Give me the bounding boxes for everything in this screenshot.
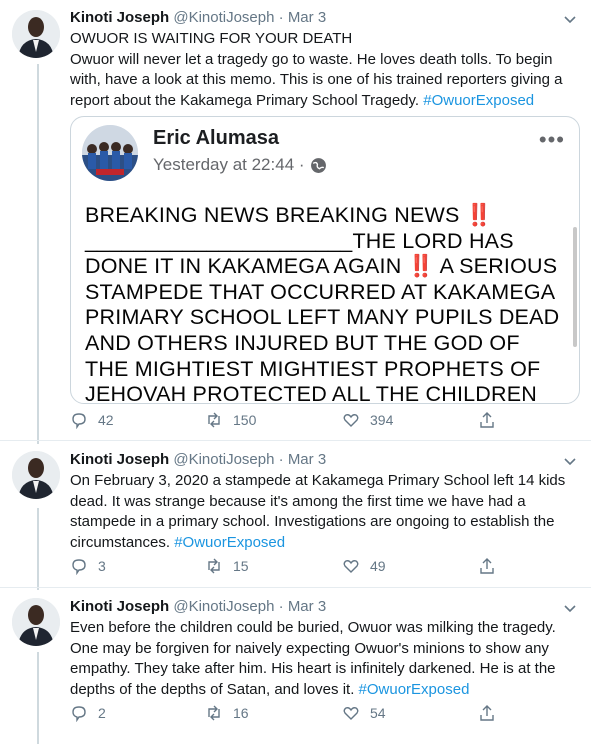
author-name[interactable]: Kinoti Joseph — [70, 9, 169, 26]
separator: · — [278, 598, 284, 615]
like-button[interactable]: 54 — [342, 704, 386, 722]
card-post-text: BREAKING NEWS BREAKING NEWS ‼️ _________… — [85, 203, 565, 403]
reply-button[interactable]: 2 — [70, 704, 106, 722]
retweet-count: 150 — [233, 412, 257, 428]
like-count: 394 — [370, 412, 394, 428]
retweet-icon — [208, 558, 220, 574]
double-exclamation-icon: ‼️ — [465, 203, 493, 227]
card-scrollbar — [573, 227, 577, 347]
reply-count: 3 — [98, 558, 106, 574]
avatar[interactable] — [12, 451, 60, 499]
hashtag-link[interactable]: #OwuorExposed — [423, 92, 534, 109]
share-button[interactable] — [478, 557, 506, 575]
like-count: 54 — [370, 705, 386, 721]
author-handle[interactable]: @KinotiJoseph — [173, 598, 274, 615]
tweet-actions: 42 150 394 — [70, 411, 510, 435]
profile-photo-icon — [12, 598, 60, 646]
heart-icon — [343, 560, 359, 573]
reply-count: 42 — [98, 412, 114, 428]
retweet-count: 15 — [233, 558, 249, 574]
profile-photo-icon — [12, 10, 60, 58]
tweet-text-body: Even before the children could be buried… — [70, 619, 556, 698]
reply-icon — [72, 706, 86, 722]
tweet-text-line: OWUOR IS WAITING FOR YOUR DEATH — [70, 30, 353, 47]
tweet-text: Even before the children could be buried… — [70, 618, 570, 700]
like-count: 49 — [370, 558, 386, 574]
avatar[interactable] — [12, 10, 60, 58]
reply-count: 2 — [98, 705, 106, 721]
tweet-1[interactable]: Kinoti Joseph @KinotiJoseph · Mar 3 OWUO… — [0, 0, 591, 440]
share-icon — [480, 558, 494, 574]
hashtag-link[interactable]: #OwuorExposed — [359, 681, 470, 698]
share-icon — [480, 705, 494, 721]
tweet-date[interactable]: Mar 3 — [288, 451, 326, 468]
reply-button[interactable]: 42 — [70, 411, 114, 429]
tweet-2[interactable]: Kinoti Joseph @KinotiJoseph · Mar 3 On F… — [0, 441, 591, 587]
chevron-down-icon[interactable] — [561, 599, 579, 617]
tweet-actions: 2 16 54 — [70, 704, 510, 728]
card-avatar — [82, 125, 138, 181]
tweet-header: Kinoti Joseph @KinotiJoseph · Mar 3 — [70, 8, 326, 28]
tweet-header: Kinoti Joseph @KinotiJoseph · Mar 3 — [70, 597, 326, 617]
avatar[interactable] — [12, 598, 60, 646]
tweet-text-body: On February 3, 2020 a stampede at Kakame… — [70, 472, 566, 551]
reply-icon — [72, 559, 86, 575]
chevron-down-icon[interactable] — [561, 10, 579, 28]
like-button[interactable]: 394 — [342, 411, 393, 429]
tweet-date[interactable]: Mar 3 — [288, 598, 326, 615]
card-timestamp: Yesterday at 22:44 · — [153, 155, 327, 175]
profile-photo-icon — [12, 451, 60, 499]
more-options-icon: ••• — [538, 127, 565, 152]
share-icon — [480, 412, 494, 428]
heart-icon — [343, 414, 359, 427]
tweet-text: OWUOR IS WAITING FOR YOUR DEATH Owuor wi… — [70, 29, 570, 111]
hashtag-link[interactable]: #OwuorExposed — [174, 534, 285, 551]
tweet-3[interactable]: Kinoti Joseph @KinotiJoseph · Mar 3 Even… — [0, 588, 591, 744]
retweet-button[interactable]: 150 — [205, 411, 256, 429]
group-photo-icon — [82, 125, 138, 181]
tweet-actions: 3 15 49 — [70, 557, 510, 581]
retweet-count: 16 — [233, 705, 249, 721]
double-exclamation-icon: ‼️ — [407, 254, 435, 279]
tweet-header: Kinoti Joseph @KinotiJoseph · Mar 3 — [70, 450, 326, 470]
reply-button[interactable]: 3 — [70, 557, 106, 575]
retweet-button[interactable]: 16 — [205, 704, 249, 722]
retweet-icon — [208, 412, 220, 428]
tweet-date[interactable]: Mar 3 — [288, 9, 326, 26]
author-handle[interactable]: @KinotiJoseph — [173, 451, 274, 468]
card-poster-name: Eric Alumasa — [153, 127, 279, 149]
embedded-image-card[interactable]: Eric Alumasa Yesterday at 22:44 · ••• BR… — [70, 116, 580, 404]
like-button[interactable]: 49 — [342, 557, 386, 575]
tweet-text: On February 3, 2020 a stampede at Kakame… — [70, 471, 570, 553]
separator: · — [278, 451, 284, 468]
share-button[interactable] — [478, 704, 506, 722]
retweet-icon — [208, 705, 220, 721]
heart-icon — [343, 707, 359, 720]
retweet-button[interactable]: 15 — [205, 557, 249, 575]
author-name[interactable]: Kinoti Joseph — [70, 451, 169, 468]
separator: · — [278, 9, 284, 26]
chevron-down-icon[interactable] — [561, 452, 579, 470]
card-text-part: BREAKING NEWS BREAKING NEWS — [85, 203, 466, 227]
author-handle[interactable]: @KinotiJoseph — [173, 9, 274, 26]
reply-icon — [72, 413, 86, 429]
share-button[interactable] — [478, 411, 506, 429]
author-name[interactable]: Kinoti Joseph — [70, 598, 169, 615]
globe-icon — [310, 157, 326, 173]
card-time-text: Yesterday at 22:44 · — [153, 155, 305, 174]
